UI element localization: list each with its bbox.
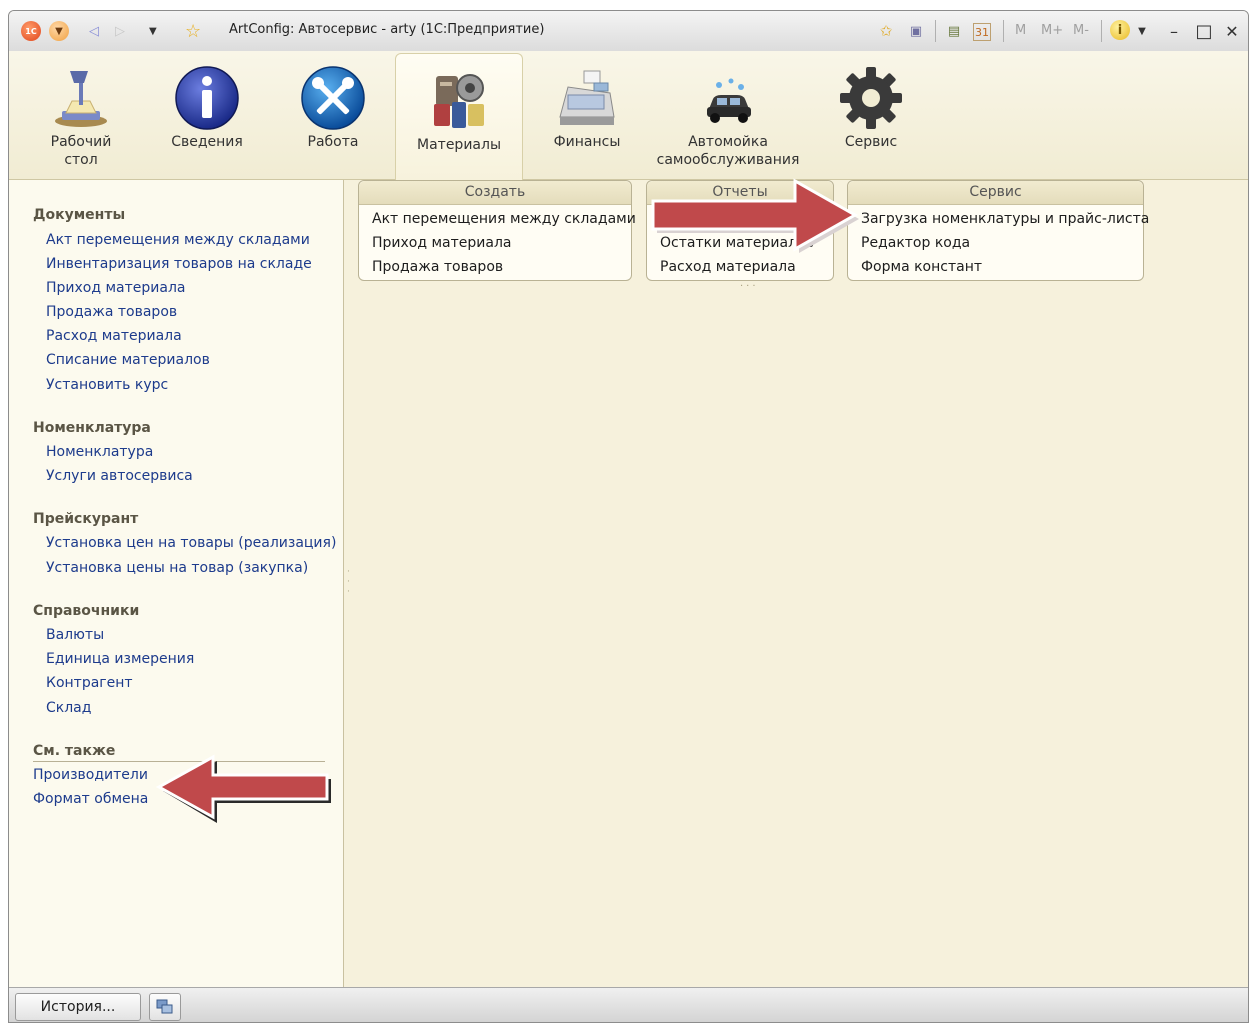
group-header-reports: Отчеты xyxy=(647,181,833,205)
title-bar: 1С ▼ ◁ ▷ ▼ ☆ ArtConfig: Автосервис - art… xyxy=(9,11,1248,52)
section-materials[interactable]: Материалы xyxy=(395,53,523,181)
nav-item-currencies[interactable]: Валюты xyxy=(46,627,104,643)
nav-item-set-sale-prices[interactable]: Установка цен на товары (реализация) xyxy=(46,535,336,551)
parts-icon xyxy=(434,74,484,128)
app-window: 1С ▼ ◁ ▷ ▼ ☆ ArtConfig: Автосервис - art… xyxy=(8,10,1249,1023)
nav-item-nomenclature[interactable]: Номенклатура xyxy=(46,444,153,460)
commands-service-group: Сервис Загрузка номенклатуры и прайс-лис… xyxy=(847,180,1149,281)
section-label-line2: самообслуживания xyxy=(656,152,800,168)
cash-register-icon xyxy=(559,70,615,125)
1c-logo-icon[interactable]: 1С xyxy=(21,21,41,41)
nav-item-materials-writeoff[interactable]: Списание материалов xyxy=(46,352,210,368)
section-label: Сведения xyxy=(171,134,243,150)
navigation-panel: Документы Акт перемещения между складами… xyxy=(9,180,344,990)
window-title: ArtConfig: Автосервис - arty (1С:Предпри… xyxy=(229,22,545,37)
history-button[interactable]: История... xyxy=(15,993,141,1021)
commands-create-group: Создать Акт перемещения между складами П… xyxy=(358,180,636,281)
nav-group-see-also: См. также xyxy=(33,743,116,759)
section-label: Автомойка xyxy=(688,134,768,150)
calendar-icon[interactable]: 31 xyxy=(973,23,991,41)
section-finance[interactable]: Финансы xyxy=(537,51,637,179)
memory-minus-button[interactable]: M- xyxy=(1073,23,1089,38)
section-label: Сервис xyxy=(844,134,898,150)
see-also-divider xyxy=(33,761,325,762)
memory-plus-button[interactable]: M+ xyxy=(1041,23,1063,38)
back-arrow-icon[interactable]: ◁ xyxy=(89,22,99,40)
section-work[interactable]: Работа xyxy=(283,51,383,179)
nav-group-pricelist: Прейскурант xyxy=(33,511,139,527)
nav-item-transfer-act[interactable]: Акт перемещения между складами xyxy=(46,232,310,248)
report-material-expense-link[interactable]: Расход материала xyxy=(660,259,796,275)
screens-icon[interactable] xyxy=(149,993,181,1021)
nav-group-nomenclature: Номенклатура xyxy=(33,420,151,436)
nav-item-material-receipt[interactable]: Приход материала xyxy=(46,280,186,296)
car-wash-icon xyxy=(707,78,751,123)
status-bar: История... xyxy=(9,987,1248,1022)
toolbar-separator xyxy=(1003,20,1004,42)
nav-item-autoservice-services[interactable]: Услуги автосервиса xyxy=(46,468,193,484)
create-material-receipt-link[interactable]: Приход материала xyxy=(372,235,512,251)
more-commands-dots[interactable]: ··· xyxy=(740,281,759,292)
gear-icon xyxy=(840,67,902,129)
nav-item-set-purchase-price[interactable]: Установка цены на товар (закупка) xyxy=(46,560,308,576)
group-header-service: Сервис xyxy=(848,181,1143,205)
add-favorite-icon[interactable]: ✩ xyxy=(875,20,897,42)
nav-item-inventory[interactable]: Инвентаризация товаров на складе xyxy=(46,256,312,272)
section-label-line2: стол xyxy=(64,152,98,168)
constants-form-link[interactable]: Форма констант xyxy=(861,259,982,275)
nav-item-counterparty[interactable]: Контрагент xyxy=(46,675,133,691)
memory-m-button[interactable]: M xyxy=(1015,23,1026,38)
nav-group-documents: Документы xyxy=(33,207,126,223)
tools-icon xyxy=(301,66,365,130)
sections-panel: Рабочий стол Сведения Работа Материалы Ф… xyxy=(9,51,1248,181)
nav-item-manufacturers[interactable]: Производители xyxy=(33,767,148,783)
nav-item-goods-sale[interactable]: Продажа товаров xyxy=(46,304,177,320)
section-label: Работа xyxy=(307,134,359,150)
load-nomenclature-pricelist-link[interactable]: Загрузка номенклатуры и прайс-листа xyxy=(861,211,1149,227)
section-desktop[interactable]: Рабочий стол xyxy=(31,51,131,179)
toolbar-separator xyxy=(1101,20,1102,42)
nav-item-material-expense[interactable]: Расход материала xyxy=(46,328,182,344)
desk-lamp-icon xyxy=(55,71,107,127)
nav-item-exchange-format[interactable]: Формат обмена xyxy=(33,791,148,807)
favorites-list-icon[interactable]: ▣ xyxy=(905,20,927,42)
section-label: Материалы xyxy=(417,137,501,153)
minimize-button[interactable]: – xyxy=(1163,20,1185,42)
commands-reports-group: Отчеты Остатки материалов Расход материа… xyxy=(646,180,834,281)
create-goods-sale-link[interactable]: Продажа товаров xyxy=(372,259,503,275)
nav-item-set-rate[interactable]: Установить курс xyxy=(46,377,168,393)
history-dropdown-icon[interactable]: ▼ xyxy=(149,22,157,40)
panel-resize-handle[interactable]: · · · xyxy=(347,567,350,597)
nav-item-warehouse[interactable]: Склад xyxy=(46,700,91,716)
calculator-icon[interactable]: ▤ xyxy=(943,20,965,42)
help-dropdown-icon[interactable]: ▼ xyxy=(1131,20,1153,42)
forward-arrow-icon[interactable]: ▷ xyxy=(115,22,125,40)
close-button[interactable]: ✕ xyxy=(1221,20,1243,42)
nav-group-catalogs: Справочники xyxy=(33,603,140,619)
create-transfer-act-link[interactable]: Акт перемещения между складами xyxy=(372,211,636,227)
nav-item-units[interactable]: Единица измерения xyxy=(46,651,194,667)
section-info[interactable]: Сведения xyxy=(157,51,257,179)
toolbar-separator xyxy=(935,20,936,42)
section-car-wash[interactable]: Автомойка самообслуживания xyxy=(653,51,803,179)
main-menu-icon[interactable]: ▼ xyxy=(49,21,69,41)
help-info-icon[interactable]: i xyxy=(1110,20,1130,40)
section-label: Рабочий xyxy=(50,134,112,150)
section-label: Финансы xyxy=(553,134,621,150)
maximize-button[interactable]: □ xyxy=(1193,20,1215,42)
section-service[interactable]: Сервис xyxy=(821,51,921,179)
report-material-balances-link[interactable]: Остатки материалов xyxy=(660,235,814,251)
code-editor-link[interactable]: Редактор кода xyxy=(861,235,970,251)
favorites-star-icon[interactable]: ☆ xyxy=(185,21,201,42)
info-icon xyxy=(175,66,239,130)
group-header-create: Создать xyxy=(359,181,631,205)
